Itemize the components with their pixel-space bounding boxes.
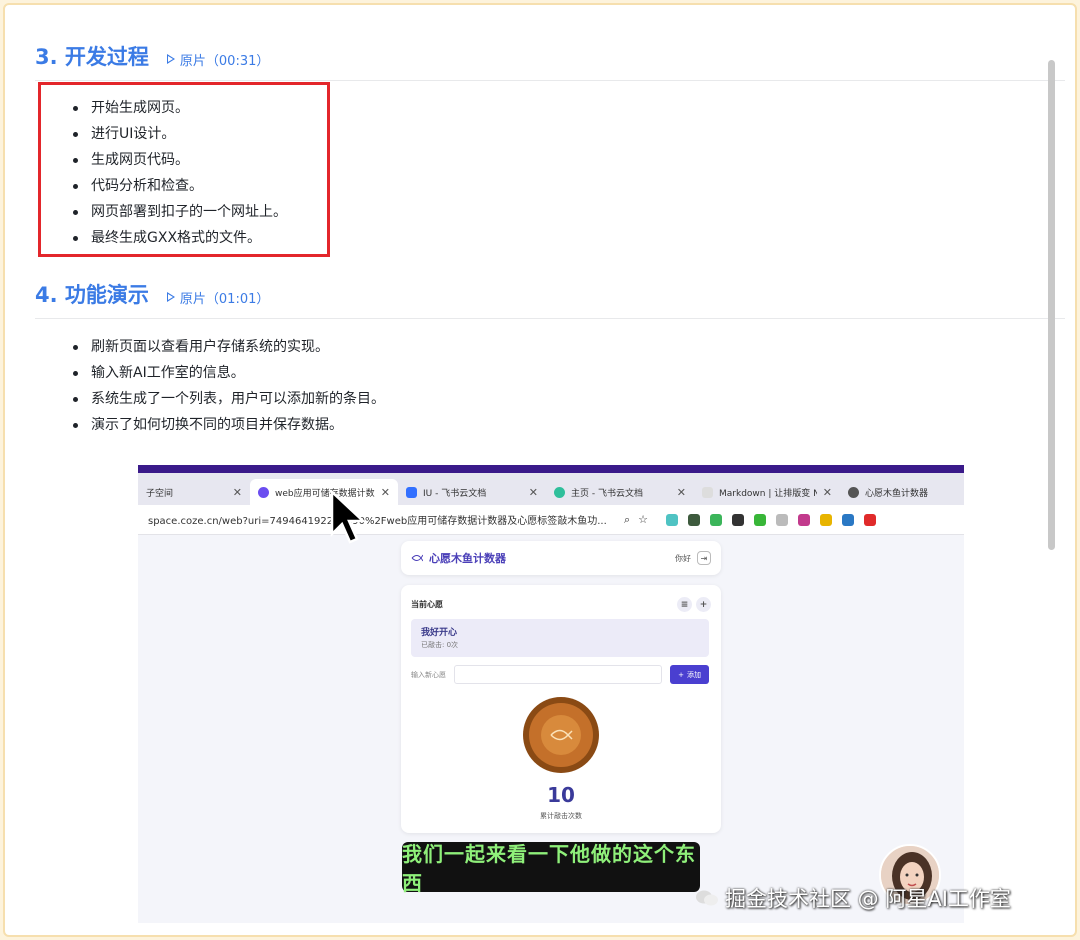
plus-icon[interactable]: + [696, 597, 711, 612]
tab-label: IU - 飞书云文档 [423, 488, 487, 499]
wish-name: 我好开心 [421, 628, 458, 638]
video-frame[interactable]: 子空间 ✕ web应用可储存数据计数器 ✕ IU - 飞书云文档 ✕ 主页 - … [138, 465, 964, 923]
tab-label: 主页 - 飞书云文档 [571, 488, 643, 499]
video-top-bar [138, 465, 964, 473]
scrollbar[interactable] [1048, 60, 1055, 550]
extension-icon[interactable] [864, 513, 877, 526]
browser-tab[interactable]: Markdown | 让排版变 Nic ✕ [694, 479, 840, 505]
globe-icon [848, 486, 859, 498]
close-icon[interactable]: ✕ [529, 486, 538, 499]
doc-icon [406, 486, 417, 498]
app-title: 心愿木鱼计数器 [429, 552, 506, 565]
input-label: 输入新心愿 [411, 670, 446, 679]
wish-item[interactable]: 我好开心 已敲击: 0次 [411, 619, 709, 657]
tab-label: 子空间 [146, 488, 174, 499]
tap-count: 10 [547, 783, 575, 807]
browser-tab[interactable]: 主页 - 飞书云文档 ✕ [546, 479, 694, 505]
extension-icon[interactable] [666, 513, 679, 526]
close-icon[interactable]: ✕ [677, 486, 686, 499]
markdown-icon [702, 486, 713, 498]
section-3-title: 3. 开发过程 [35, 45, 149, 69]
tap-count-label: 累计敲击次数 [540, 812, 582, 820]
extension-icon[interactable] [688, 513, 701, 526]
add-wish-row: 输入新心愿 + 添加 [411, 665, 709, 684]
browser-tab[interactable]: 心愿木鱼计数器 [840, 479, 964, 505]
section-4-title: 4. 功能演示 [35, 283, 149, 307]
browser-tab-bar: 子空间 ✕ web应用可储存数据计数器 ✕ IU - 飞书云文档 ✕ 主页 - … [138, 473, 964, 505]
wooden-fish-center [541, 715, 581, 755]
browser-tab-active[interactable]: web应用可储存数据计数器 ✕ [250, 479, 398, 505]
list-icon[interactable]: ≡ [677, 597, 692, 612]
wish-card: 当前心愿 ≡ + 我好开心 已敲击: 0次 输入新心愿 + 添加 10 累计敲击… [401, 585, 721, 833]
plus-icon: + [678, 670, 684, 679]
section-4-list: 刷新页面以查看用户存储系统的实现。 输入新AI工作室的信息。 系统生成了一个列表… [71, 334, 385, 438]
zoom-icon[interactable]: ⌕ [624, 513, 630, 527]
tab-label: Markdown | 让排版变 Nic [719, 488, 817, 499]
page-frame: 3. 开发过程 原片（00:31） 开始生成网页。 进行UI设计。 生成网页代码… [3, 3, 1077, 937]
play-icon [166, 292, 175, 302]
document: 3. 开发过程 原片（00:31） 开始生成网页。 进行UI设计。 生成网页代码… [5, 5, 1065, 935]
current-wish-label: 当前心愿 [411, 600, 443, 609]
wechat-icon [696, 890, 718, 906]
extension-icon[interactable] [798, 513, 811, 526]
extension-icon[interactable] [732, 513, 745, 526]
section-4-divider [35, 318, 1065, 319]
extension-icon[interactable] [842, 513, 855, 526]
extensions-bar [666, 513, 877, 526]
wooden-fish-ring [529, 703, 593, 767]
play-icon [166, 54, 175, 64]
section-3-link-label: 原片（00:31） [179, 53, 270, 69]
list-item: 输入新AI工作室的信息。 [71, 360, 385, 386]
section-3-divider [35, 80, 1065, 81]
mouse-cursor-icon [330, 490, 367, 544]
extension-icon[interactable] [820, 513, 833, 526]
section-3-original-link[interactable]: 原片（00:31） [166, 50, 270, 69]
watermark: 掘金技术社区 @ 阿星AI工作室 [695, 883, 1011, 913]
watermark-text: 掘金技术社区 @ 阿星AI工作室 [725, 887, 1011, 911]
section-3-header: 3. 开发过程 原片（00:31） [35, 41, 269, 71]
extension-icon[interactable] [754, 513, 767, 526]
section-4-header: 4. 功能演示 原片（01:01） [35, 279, 269, 309]
card-header: 当前心愿 ≡ + [411, 597, 711, 612]
browser-tab[interactable]: IU - 飞书云文档 ✕ [398, 479, 546, 505]
browser-tab[interactable]: 子空间 ✕ [138, 479, 250, 505]
star-icon[interactable]: ☆ [638, 513, 648, 526]
app-header: 心愿木鱼计数器 你好 ⇥ [401, 541, 721, 575]
feishu-icon [554, 486, 565, 498]
close-icon[interactable]: ✕ [823, 486, 832, 499]
logout-icon[interactable]: ⇥ [697, 551, 711, 565]
wish-tap-count: 已敲击: 0次 [421, 641, 459, 649]
highlight-box [38, 82, 330, 257]
user-greeting: 你好 ⇥ [675, 551, 711, 565]
address-bar[interactable]: space.coze.cn/web?uri=749464192200590%2F… [138, 505, 964, 535]
list-item: 演示了如何切换不同的项目并保存数据。 [71, 412, 385, 438]
fish-icon [550, 729, 573, 741]
subtitle-text: 我们一起来看一下他做的这个东西 [402, 842, 696, 895]
tab-label: 心愿木鱼计数器 [865, 488, 929, 499]
coze-icon [258, 486, 269, 498]
close-icon[interactable]: ✕ [381, 486, 390, 499]
section-4-link-label: 原片（01:01） [179, 291, 270, 307]
add-button[interactable]: + 添加 [670, 665, 709, 684]
extension-icon[interactable] [710, 513, 723, 526]
url-text[interactable]: space.coze.cn/web?uri=749464192200590%2F… [148, 512, 618, 527]
list-item: 刷新页面以查看用户存储系统的实现。 [71, 334, 385, 360]
wooden-fish-button[interactable] [523, 697, 599, 773]
video-subtitle: 我们一起来看一下他做的这个东西 [402, 842, 700, 895]
add-button-label: 添加 [687, 670, 701, 679]
list-item: 系统生成了一个列表，用户可以添加新的条目。 [71, 386, 385, 412]
close-icon[interactable]: ✕ [233, 486, 242, 499]
greeting-text: 你好 [675, 553, 691, 563]
extension-icon[interactable] [776, 513, 789, 526]
wish-input[interactable] [454, 665, 663, 684]
fish-icon [411, 554, 423, 562]
section-4-original-link[interactable]: 原片（01:01） [166, 288, 270, 307]
